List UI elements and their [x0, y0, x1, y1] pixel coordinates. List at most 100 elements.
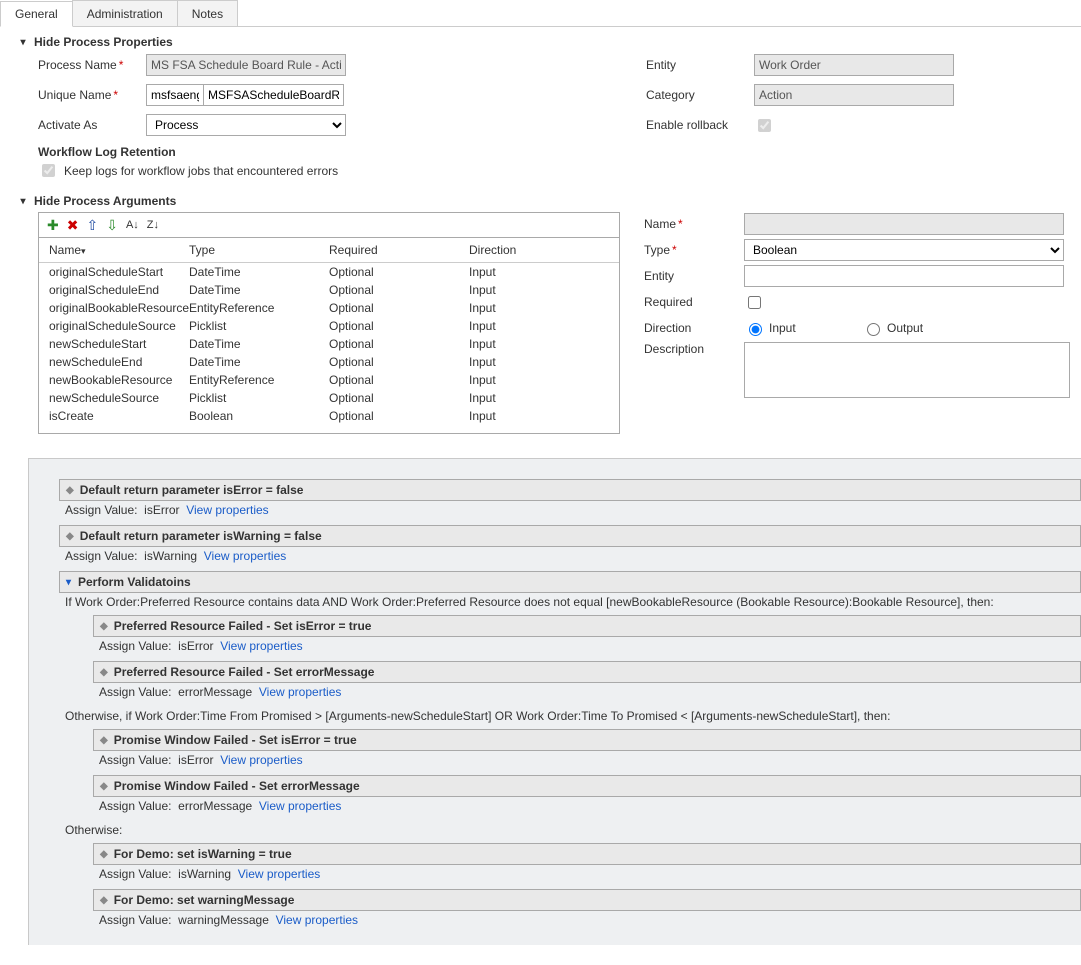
view-properties-link[interactable]: View properties	[220, 639, 303, 653]
table-row[interactable]: originalBookableResourceEntityReferenceO…	[39, 299, 619, 317]
direction-input-radio[interactable]	[749, 323, 762, 336]
cell-dir: Input	[469, 335, 609, 353]
condition-text: Otherwise, if Work Order:Time From Promi…	[59, 707, 1081, 729]
label-entity: Entity	[646, 58, 754, 72]
cell-req: Optional	[329, 353, 469, 371]
step-title[interactable]: ◆Preferred Resource Failed - Set isError…	[93, 615, 1081, 637]
radio-output-label[interactable]: Output	[862, 320, 962, 336]
bullet-icon: ◆	[100, 735, 108, 746]
table-row[interactable]: newScheduleSourcePicklistOptionalInput	[39, 389, 619, 407]
arg-type-select[interactable]: Boolean	[744, 239, 1064, 261]
bullet-icon: ◆	[100, 781, 108, 792]
add-icon[interactable]: ✚	[47, 218, 59, 232]
move-down-icon[interactable]: ⇩	[106, 218, 118, 232]
cell-dir: Input	[469, 353, 609, 371]
process-name-input[interactable]	[146, 54, 346, 76]
condition-text: Otherwise:	[59, 821, 1081, 843]
table-row[interactable]: newScheduleEndDateTimeOptionalInput	[39, 353, 619, 371]
cell-req: Optional	[329, 335, 469, 353]
cell-dir: Input	[469, 371, 609, 389]
section-process-properties: ▾ Hide Process Properties	[0, 27, 1081, 53]
move-up-icon[interactable]: ⇧	[86, 218, 98, 232]
tab-general[interactable]: General	[0, 1, 73, 27]
cell-name: originalScheduleEnd	[49, 281, 189, 299]
cell-type: EntityReference	[189, 299, 329, 317]
table-row[interactable]: originalScheduleStartDateTimeOptionalInp…	[39, 263, 619, 281]
label-activate-as: Activate As	[38, 118, 146, 132]
category-field: Action	[754, 84, 954, 106]
args-grid[interactable]: originalScheduleStartDateTimeOptionalInp…	[39, 263, 619, 433]
arg-entity-input[interactable]	[744, 265, 1064, 287]
unique-name-input[interactable]	[204, 84, 344, 106]
arg-name-input[interactable]	[744, 213, 1064, 235]
delete-icon[interactable]: ✖	[67, 218, 79, 232]
step-detail: Assign Value: warningMessage View proper…	[93, 911, 1081, 935]
collapse-icon[interactable]: ▾	[18, 196, 28, 207]
cell-type: DateTime	[189, 335, 329, 353]
arg-description-textarea[interactable]	[744, 342, 1070, 398]
step-title[interactable]: ◆For Demo: set isWarning = true	[93, 843, 1081, 865]
cell-type: DateTime	[189, 281, 329, 299]
view-properties-link[interactable]: View properties	[259, 685, 342, 699]
direction-output-radio[interactable]	[867, 323, 880, 336]
table-row[interactable]: isCreateBooleanOptionalInput	[39, 407, 619, 425]
tabstrip: General Administration Notes	[0, 0, 1081, 27]
view-properties-link[interactable]: View properties	[220, 753, 303, 767]
label-arg-type: Type*	[644, 243, 744, 257]
cell-name: originalBookableResource	[49, 299, 189, 317]
activate-as-select[interactable]: Process	[146, 114, 346, 136]
label-unique-name: Unique Name*	[38, 88, 146, 102]
step-title[interactable]: ◆Promise Window Failed - Set errorMessag…	[93, 775, 1081, 797]
cell-dir: Input	[469, 281, 609, 299]
sort-desc-icon[interactable]: Z↓	[147, 220, 159, 231]
col-required[interactable]: Required	[329, 243, 469, 257]
label-arg-required: Required	[644, 295, 744, 309]
sort-asc-icon[interactable]: A↓	[126, 220, 139, 231]
section-title: Hide Process Arguments	[34, 194, 176, 208]
view-properties-link[interactable]: View properties	[186, 503, 269, 517]
label-arg-name: Name*	[644, 217, 744, 231]
bullet-icon: ◆	[100, 621, 108, 632]
view-properties-link[interactable]: View properties	[238, 867, 321, 881]
cell-req: Optional	[329, 407, 469, 425]
table-row[interactable]: newScheduleStartDateTimeOptionalInput	[39, 335, 619, 353]
tab-notes[interactable]: Notes	[177, 0, 238, 26]
radio-input-label[interactable]: Input	[744, 320, 844, 336]
table-row[interactable]: newBookableResourceEntityReferenceOption…	[39, 371, 619, 389]
cell-req: Optional	[329, 299, 469, 317]
table-row[interactable]: originalScheduleEndDateTimeOptionalInput	[39, 281, 619, 299]
cell-dir: Input	[469, 407, 609, 425]
col-name[interactable]: Name▾	[49, 243, 189, 257]
tab-administration[interactable]: Administration	[72, 0, 178, 26]
col-type[interactable]: Type	[189, 243, 329, 257]
step-title[interactable]: ◆Default return parameter isError = fals…	[59, 479, 1081, 501]
cell-type: DateTime	[189, 353, 329, 371]
view-properties-link[interactable]: View properties	[276, 913, 359, 927]
cell-dir: Input	[469, 389, 609, 407]
unique-prefix-input[interactable]	[146, 84, 204, 106]
step-title[interactable]: ◆Preferred Resource Failed - Set errorMe…	[93, 661, 1081, 683]
collapse-icon[interactable]: ▾	[18, 37, 28, 48]
keep-logs-checkbox	[42, 164, 55, 177]
view-properties-link[interactable]: View properties	[204, 549, 287, 563]
step-title[interactable]: ◆For Demo: set warningMessage	[93, 889, 1081, 911]
arg-required-checkbox[interactable]	[748, 296, 761, 309]
label-arg-description: Description	[644, 342, 744, 356]
section-process-arguments: ▾ Hide Process Arguments	[0, 186, 1081, 212]
cell-dir: Input	[469, 263, 609, 281]
cell-name: originalScheduleSource	[49, 317, 189, 335]
cell-name: isCreate	[49, 407, 189, 425]
step-title[interactable]: ◆Promise Window Failed - Set isError = t…	[93, 729, 1081, 751]
step-detail: Assign Value: isError View properties	[93, 637, 1081, 661]
step-title[interactable]: ▾Perform Validatoins	[59, 571, 1081, 593]
cell-req: Optional	[329, 281, 469, 299]
step-detail: Assign Value: isWarning View properties	[59, 547, 1081, 571]
workflow-steps: ◆Default return parameter isError = fals…	[28, 458, 1081, 945]
label-arg-entity: Entity	[644, 269, 744, 283]
table-row[interactable]: originalScheduleSourcePicklistOptionalIn…	[39, 317, 619, 335]
bullet-icon: ◆	[100, 895, 108, 906]
step-title[interactable]: ◆Default return parameter isWarning = fa…	[59, 525, 1081, 547]
expand-icon[interactable]: ▾	[66, 577, 78, 588]
view-properties-link[interactable]: View properties	[259, 799, 342, 813]
col-direction[interactable]: Direction	[469, 243, 609, 257]
